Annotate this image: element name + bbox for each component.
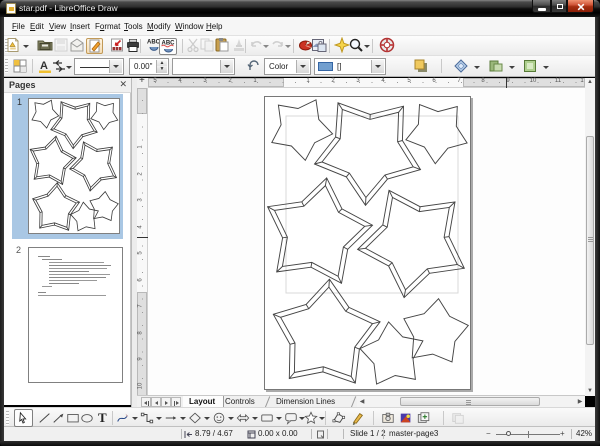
- svg-text:A: A: [40, 60, 48, 72]
